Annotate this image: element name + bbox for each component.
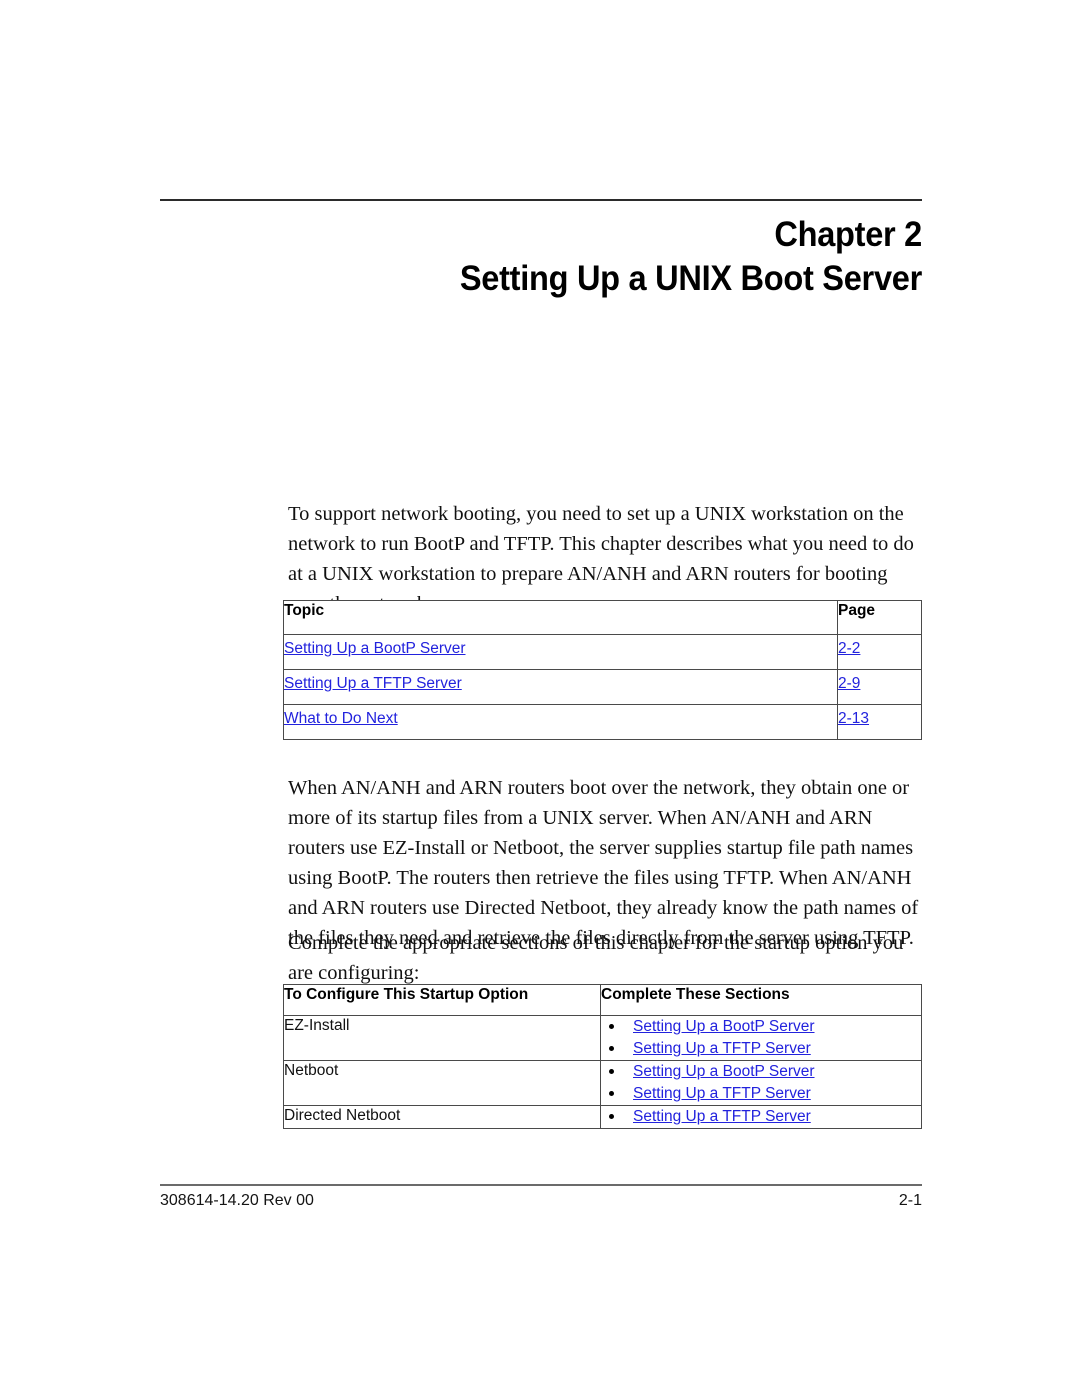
link-what-to-do-next[interactable]: What to Do Next bbox=[284, 710, 398, 727]
bullet-icon bbox=[609, 1091, 614, 1096]
document-page: Chapter 2 Setting Up a UNIX Boot Server … bbox=[0, 0, 1080, 1397]
bullet-icon bbox=[609, 1024, 614, 1029]
link-page-2-2[interactable]: 2-2 bbox=[838, 640, 860, 657]
list-item: Setting Up a TFTP Server bbox=[601, 1038, 921, 1060]
table-header-row: To Configure This Startup Option Complet… bbox=[283, 984, 922, 1016]
link-setting-up-bootp-server[interactable]: Setting Up a BootP Server bbox=[633, 1063, 815, 1080]
topic-cell: What to Do Next bbox=[283, 704, 838, 740]
table-header-row: Topic Page bbox=[283, 600, 922, 635]
sections-list: Setting Up a BootP Server Setting Up a T… bbox=[601, 1061, 921, 1105]
page-cell: 2-9 bbox=[837, 669, 922, 705]
chapter-label: Chapter 2 bbox=[774, 215, 922, 254]
sections-cell: Setting Up a TFTP Server bbox=[600, 1105, 922, 1129]
chapter-heading: Chapter 2 Setting Up a UNIX Boot Server bbox=[160, 214, 922, 302]
sections-cell: Setting Up a BootP Server Setting Up a T… bbox=[600, 1060, 922, 1106]
startup-options-table: To Configure This Startup Option Complet… bbox=[283, 984, 922, 1129]
link-setting-up-tftp-server[interactable]: Setting Up a TFTP Server bbox=[284, 675, 462, 692]
complete-sections-paragraph: Complete the appropriate sections of thi… bbox=[288, 931, 904, 984]
link-page-2-13[interactable]: 2-13 bbox=[838, 710, 869, 727]
page-column-header: Page bbox=[837, 600, 922, 635]
sections-list: Setting Up a BootP Server Setting Up a T… bbox=[601, 1016, 921, 1060]
startup-option-cell: Directed Netboot bbox=[283, 1105, 601, 1129]
topic-cell: Setting Up a BootP Server bbox=[283, 634, 838, 670]
bullet-icon bbox=[609, 1046, 614, 1051]
list-item: Setting Up a BootP Server bbox=[601, 1061, 921, 1083]
sections-list: Setting Up a TFTP Server bbox=[601, 1106, 921, 1128]
link-page-2-9[interactable]: 2-9 bbox=[838, 675, 860, 692]
link-setting-up-tftp-server[interactable]: Setting Up a TFTP Server bbox=[633, 1085, 811, 1102]
boot-process-paragraph: When AN/ANH and ARN routers boot over th… bbox=[288, 776, 919, 949]
bullet-icon bbox=[609, 1069, 614, 1074]
link-setting-up-tftp-server[interactable]: Setting Up a TFTP Server bbox=[633, 1040, 811, 1057]
startup-option-cell: EZ-Install bbox=[283, 1015, 601, 1061]
table-row: What to Do Next 2-13 bbox=[283, 704, 922, 740]
footer-rule bbox=[160, 1184, 922, 1186]
sections-column-header: Complete These Sections bbox=[600, 984, 922, 1016]
list-item: Setting Up a TFTP Server bbox=[601, 1106, 921, 1128]
link-setting-up-bootp-server[interactable]: Setting Up a BootP Server bbox=[633, 1018, 815, 1035]
table-row: Setting Up a BootP Server 2-2 bbox=[283, 634, 922, 670]
list-item: Setting Up a TFTP Server bbox=[601, 1083, 921, 1105]
table-row: Netboot Setting Up a BootP Server Settin… bbox=[283, 1060, 922, 1106]
link-setting-up-tftp-server[interactable]: Setting Up a TFTP Server bbox=[633, 1108, 811, 1125]
startup-option-cell: Netboot bbox=[283, 1060, 601, 1106]
footer-page-number: 2-1 bbox=[898, 1192, 922, 1209]
page-cell: 2-13 bbox=[837, 704, 922, 740]
topic-cell: Setting Up a TFTP Server bbox=[283, 669, 838, 705]
header-rule bbox=[160, 199, 922, 201]
bullet-icon bbox=[609, 1114, 614, 1119]
topic-column-header: Topic bbox=[283, 600, 838, 635]
startup-option-column-header: To Configure This Startup Option bbox=[283, 984, 601, 1016]
page-cell: 2-2 bbox=[837, 634, 922, 670]
table-row: Directed Netboot Setting Up a TFTP Serve… bbox=[283, 1105, 922, 1129]
table-row: Setting Up a TFTP Server 2-9 bbox=[283, 669, 922, 705]
table-row: EZ-Install Setting Up a BootP Server Set… bbox=[283, 1015, 922, 1061]
chapter-title: Setting Up a UNIX Boot Server bbox=[459, 259, 922, 298]
link-setting-up-bootp-server[interactable]: Setting Up a BootP Server bbox=[284, 640, 466, 657]
list-item: Setting Up a BootP Server bbox=[601, 1016, 921, 1038]
sections-cell: Setting Up a BootP Server Setting Up a T… bbox=[600, 1015, 922, 1061]
topic-table: Topic Page Setting Up a BootP Server 2-2… bbox=[283, 600, 922, 740]
